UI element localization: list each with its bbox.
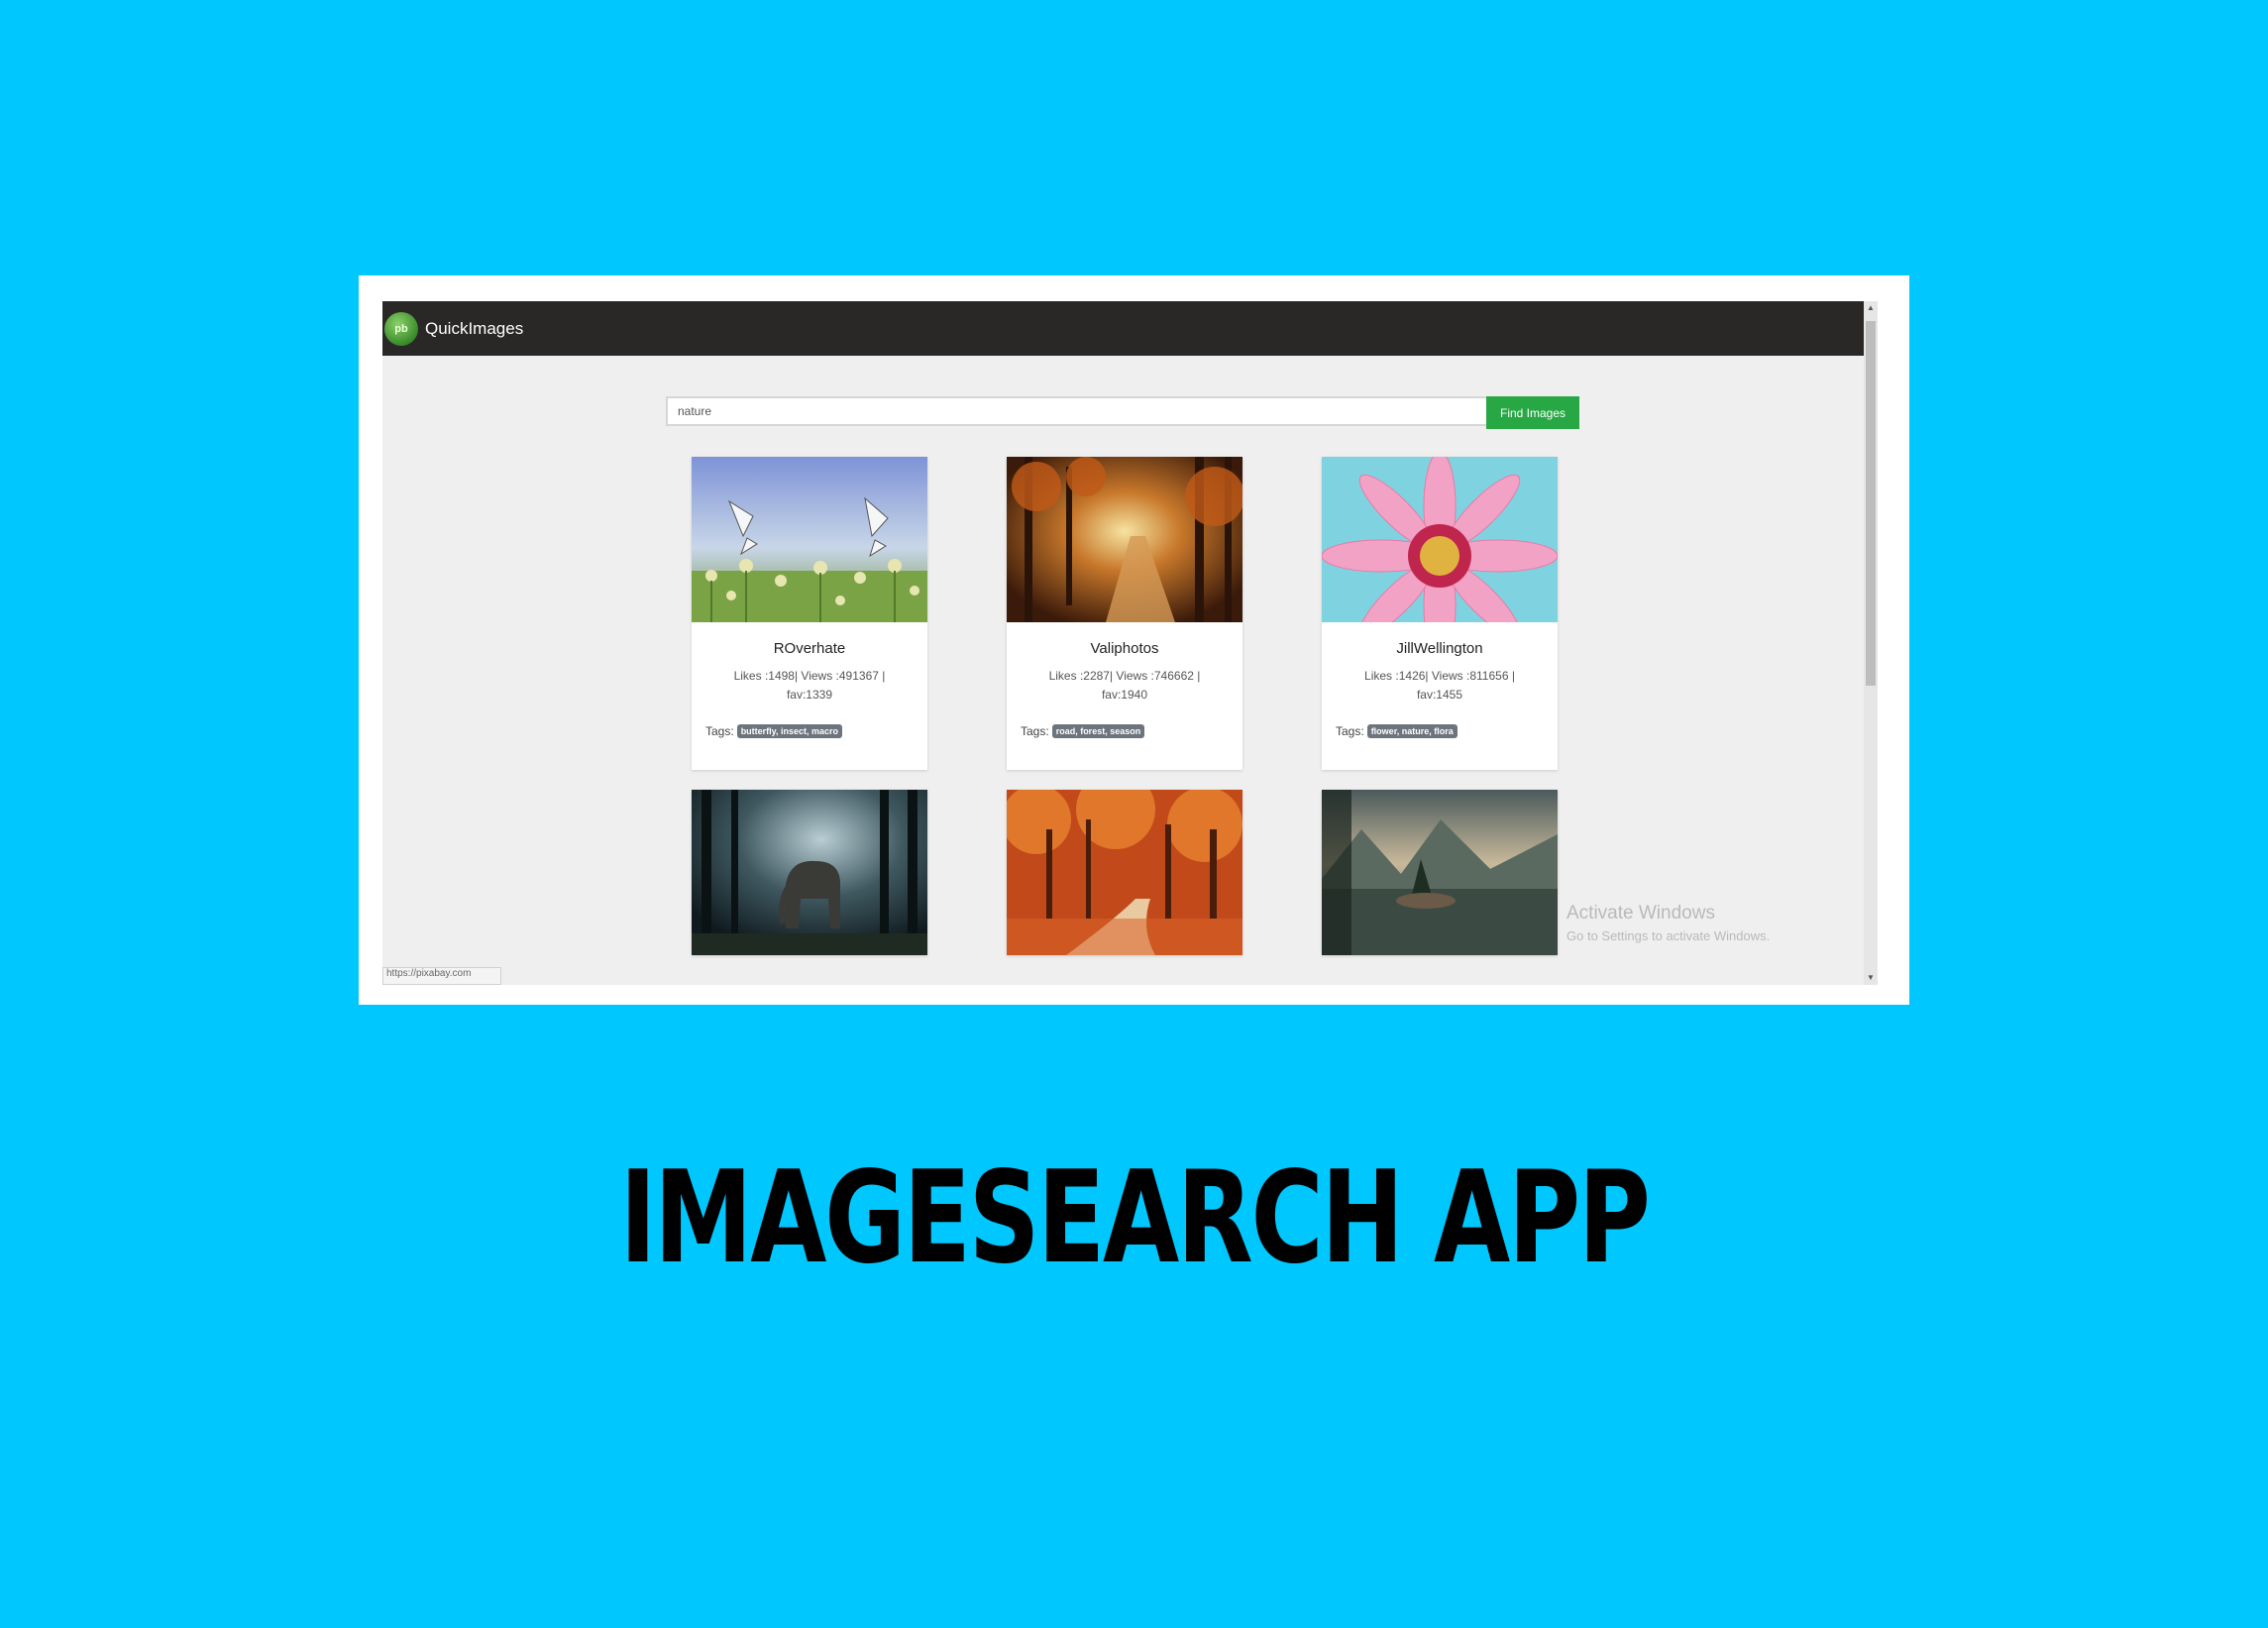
tag-badge: butterfly, insect, macro: [736, 724, 843, 738]
tag-badge: road, forest, season: [1051, 724, 1145, 738]
card-author: Valiphotos: [1090, 640, 1159, 657]
image-card: Valiphotos Likes :2287| Views :746662 | …: [1007, 457, 1242, 770]
find-images-button[interactable]: Find Images: [1486, 396, 1579, 429]
pink-flower-image[interactable]: [1322, 457, 1558, 622]
mountain-lake-image[interactable]: [1322, 790, 1558, 955]
image-card: ROverhate Likes :1498| Views :491367 | f…: [692, 457, 927, 770]
tag-badge: flower, nature, flora: [1366, 724, 1458, 738]
image-card: [692, 790, 927, 955]
image-card: JillWellington Likes :1426| Views :81165…: [1322, 457, 1558, 770]
card-stats: Likes :2287| Views :746662 | fav:1940: [1048, 669, 1201, 702]
status-bar-url: https://pixabay.com: [382, 967, 501, 985]
image-card: [1322, 790, 1558, 955]
card-author: ROverhate: [773, 640, 846, 657]
watermark-subtitle: Go to Settings to activate Windows.: [1566, 928, 1771, 943]
scroll-thumb[interactable]: [1866, 321, 1876, 686]
search-input[interactable]: [666, 396, 1486, 426]
brand-name[interactable]: QuickImages: [425, 319, 523, 339]
card-tags: Tags: road, forest, season: [1021, 724, 1145, 738]
page-title: IMAGESEARCH APP: [619, 1144, 1651, 1292]
browser-window: pb QuickImages Find Images: [382, 301, 1878, 985]
tags-label: Tags:: [1021, 724, 1049, 738]
card-stats: Likes :1498| Views :491367 | fav:1339: [733, 669, 886, 702]
windows-activation-watermark: Activate Windows Go to Settings to activ…: [1566, 903, 1770, 943]
butterfly-image[interactable]: [692, 457, 927, 622]
elephant-image[interactable]: [692, 790, 927, 955]
image-card: [1007, 790, 1242, 955]
card-author: JillWellington: [1396, 640, 1483, 657]
tags-label: Tags:: [705, 724, 734, 738]
vertical-scrollbar[interactable]: ▲ ▼: [1864, 301, 1878, 985]
scroll-down-icon[interactable]: ▼: [1867, 973, 1875, 983]
autumn-path-image[interactable]: [1007, 790, 1242, 955]
card-tags: Tags: butterfly, insect, macro: [705, 724, 843, 738]
watermark-title: Activate Windows: [1566, 903, 1715, 923]
navbar: pb QuickImages: [382, 301, 1873, 356]
tags-label: Tags:: [1336, 724, 1364, 738]
card-tags: Tags: flower, nature, flora: [1336, 724, 1458, 738]
app-logo-icon[interactable]: pb: [384, 311, 418, 346]
card-stats: Likes :1426| Views :811656 | fav:1455: [1364, 669, 1515, 702]
forest-road-image[interactable]: [1007, 457, 1242, 622]
scroll-up-icon[interactable]: ▲: [1867, 303, 1875, 313]
logo-text: pb: [394, 322, 408, 335]
search-bar: Find Images: [666, 396, 1579, 429]
screenshot-frame: pb QuickImages Find Images: [359, 275, 1909, 1005]
